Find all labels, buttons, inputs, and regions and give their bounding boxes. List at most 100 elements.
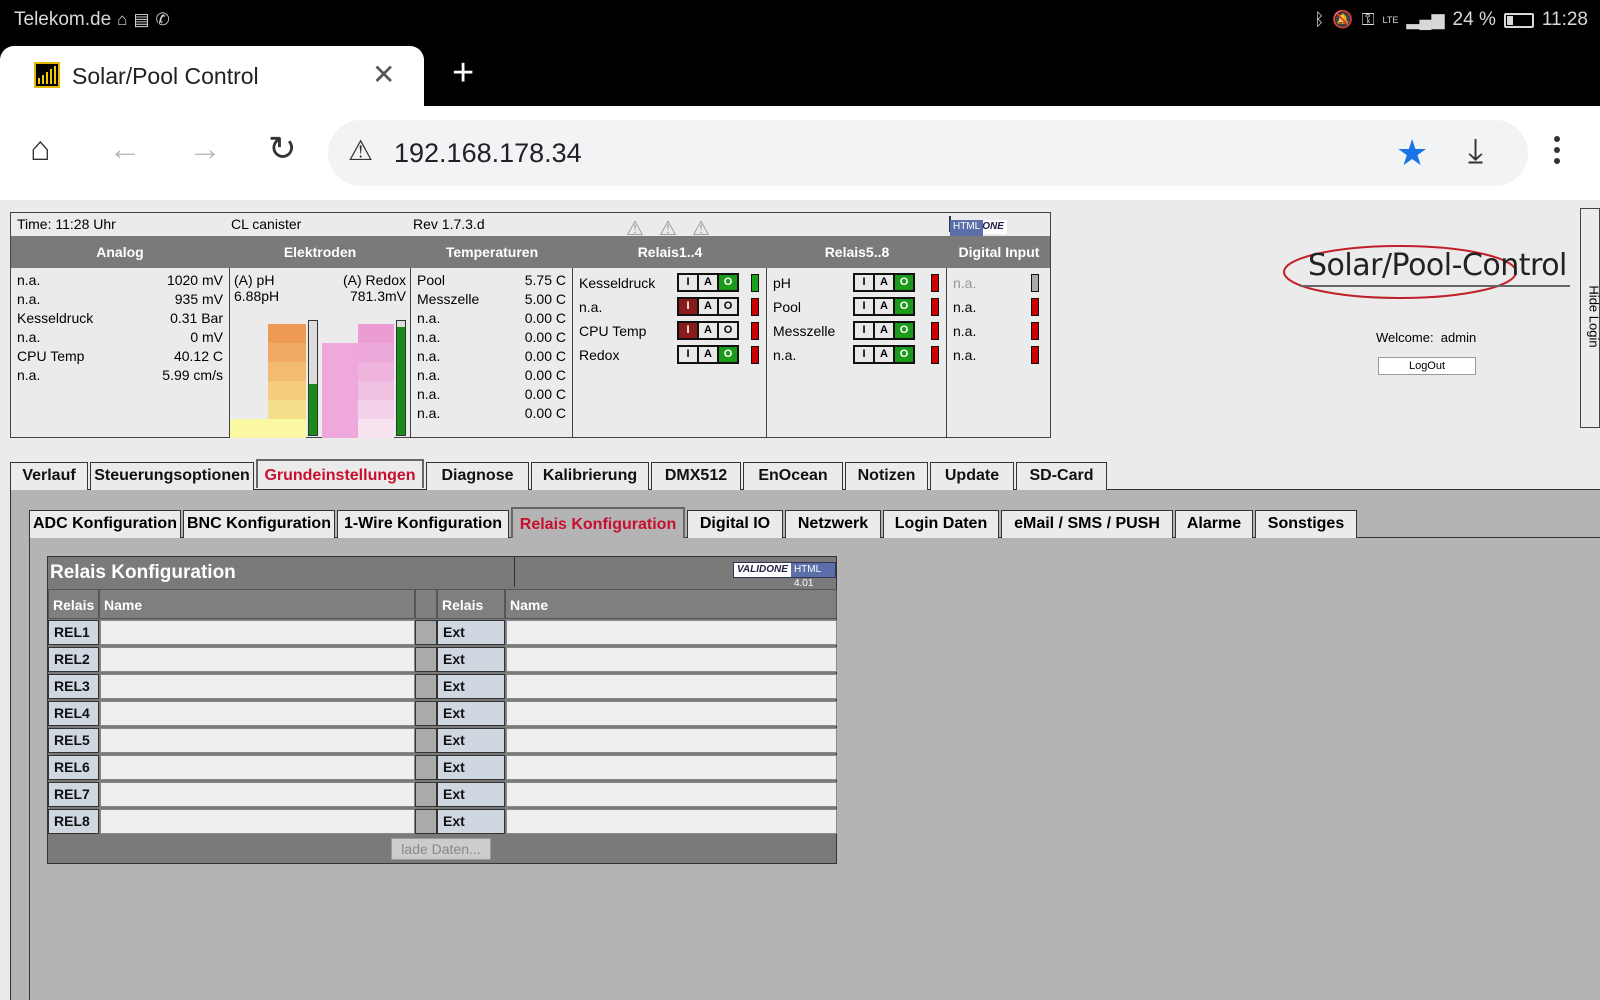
back-arrow-icon[interactable]: ← — [108, 132, 142, 166]
relay-mode-switch[interactable]: IAO — [677, 297, 739, 316]
relay-mode-a-button[interactable]: A — [699, 347, 717, 362]
relay-mode-switch[interactable]: IAO — [677, 321, 739, 340]
hide-login-tab[interactable]: Hide Login — [1580, 208, 1600, 428]
relay-mode-o-button[interactable]: O — [719, 347, 737, 362]
download-icon[interactable]: ⤓ — [1468, 132, 1483, 171]
analog-value: 5.99 cm/s — [162, 367, 223, 383]
tab-update[interactable]: Update — [930, 462, 1014, 490]
relay-mode-a-button[interactable]: A — [875, 347, 893, 362]
temperature-name: Messzelle — [417, 291, 480, 307]
reload-icon[interactable]: ↻ — [268, 132, 297, 166]
ext-relais-name-input[interactable] — [506, 809, 837, 834]
forward-arrow-icon[interactable]: → — [188, 132, 222, 166]
relay-mode-a-button[interactable]: A — [699, 275, 717, 290]
relais-name-input[interactable] — [100, 809, 415, 834]
relay-mode-o-button[interactable]: O — [895, 323, 913, 338]
relay-mode-o-button[interactable]: O — [895, 299, 913, 314]
ext-relais-name-input[interactable] — [506, 755, 837, 780]
relay-mode-i-button[interactable]: I — [855, 323, 873, 338]
relay-mode-i-button[interactable]: I — [679, 275, 697, 290]
tab-notizen[interactable]: Notizen — [845, 462, 928, 490]
relais-name-input[interactable] — [100, 620, 415, 645]
relay-mode-i-button[interactable]: I — [855, 275, 873, 290]
tab-diagnose[interactable]: Diagnose — [426, 462, 529, 490]
row-separator — [415, 674, 437, 699]
ext-relais-name-input[interactable] — [506, 647, 837, 672]
relais-config-table: Relais Konfiguration VALIDONE HTML 4.01 R… — [47, 556, 837, 864]
logout-button[interactable]: LogOut — [1378, 357, 1476, 375]
subtab-email-sms-push[interactable]: eMail / SMS / PUSH — [1001, 510, 1173, 538]
subtab-digital-io[interactable]: Digital IO — [687, 510, 783, 538]
relay-mode-o-button[interactable]: O — [895, 347, 913, 362]
relay-mode-i-button[interactable]: I — [679, 347, 697, 362]
relay-mode-o-button[interactable]: O — [895, 275, 913, 290]
relay-mode-a-button[interactable]: A — [699, 323, 717, 338]
relais-name-input[interactable] — [100, 701, 415, 726]
ext-relais-name-input[interactable] — [506, 701, 837, 726]
redox-scale-bar — [358, 324, 394, 438]
url-text[interactable]: 192.168.178.34 — [394, 138, 582, 169]
relay-mode-i-button[interactable]: I — [679, 323, 697, 338]
validone-badge[interactable]: VALIDONEHTML 4.01 — [733, 562, 836, 589]
relay-mode-a-button[interactable]: A — [875, 299, 893, 314]
tab-enocean[interactable]: EnOcean — [743, 462, 843, 490]
address-bar[interactable]: ⚠ 192.168.178.34 ★ ⤓ — [328, 120, 1528, 186]
row-separator — [415, 782, 437, 807]
tab-steuerungsoptionen[interactable]: Steuerungsoptionen — [90, 462, 254, 490]
relay-mode-switch[interactable]: IAO — [677, 273, 739, 292]
new-tab-icon[interactable]: + — [452, 54, 474, 92]
tab-dmx512[interactable]: DMX512 — [651, 462, 741, 490]
relay-mode-i-button[interactable]: I — [855, 299, 873, 314]
browser-menu-icon[interactable] — [1552, 136, 1562, 169]
browser-tab[interactable]: Solar/Pool Control ✕ — [0, 46, 424, 106]
tab-verlauf[interactable]: Verlauf — [10, 462, 88, 490]
ext-relais-name-input[interactable] — [506, 782, 837, 807]
subtab-netzwerk[interactable]: Netzwerk — [785, 510, 881, 538]
validone-badge[interactable]: VALIDONEHTML 4.01 — [949, 216, 1007, 248]
subtab-relais-konfiguration[interactable]: Relais Konfiguration — [511, 507, 685, 539]
subtab-alarme[interactable]: Alarme — [1175, 510, 1253, 538]
not-secure-warning-icon[interactable]: ⚠ — [348, 134, 373, 167]
subtab-1-wire-konfiguration[interactable]: 1-Wire Konfiguration — [337, 510, 509, 538]
relay-mode-switch[interactable]: IAO — [853, 345, 915, 364]
relais-label: REL3 — [48, 674, 99, 699]
tab-kalibrierung[interactable]: Kalibrierung — [531, 462, 649, 490]
bluetooth-icon: ᛒ — [1314, 10, 1325, 29]
relay-mode-o-button[interactable]: O — [719, 275, 737, 290]
tab-sd-card[interactable]: SD-Card — [1016, 462, 1107, 490]
loading-button[interactable]: lade Daten... — [391, 838, 491, 860]
relay-mode-i-button[interactable]: I — [855, 347, 873, 362]
ext-relais-name-input[interactable] — [506, 728, 837, 753]
relay-mode-o-button[interactable]: O — [719, 323, 737, 338]
close-tab-icon[interactable]: ✕ — [372, 58, 395, 91]
digital-input-name: n.a. — [953, 275, 977, 291]
relay-state-led — [931, 346, 939, 364]
relay-mode-a-button[interactable]: A — [875, 323, 893, 338]
relay-mode-i-button[interactable]: I — [679, 299, 697, 314]
relais-name-input[interactable] — [100, 728, 415, 753]
relais-name-input[interactable] — [100, 674, 415, 699]
home-button-icon[interactable]: ⌂ — [30, 132, 51, 166]
digital-input-row: n.a. — [947, 343, 1051, 367]
relay-mode-a-button[interactable]: A — [875, 275, 893, 290]
relay-mode-o-button[interactable]: O — [719, 299, 737, 314]
subtab-login-daten[interactable]: Login Daten — [883, 510, 999, 538]
temperature-row: n.a. 0.00 C — [411, 347, 572, 366]
relay-mode-switch[interactable]: IAO — [853, 273, 915, 292]
tab-grundeinstellungen[interactable]: Grundeinstellungen — [256, 459, 424, 488]
relais-name-input[interactable] — [100, 755, 415, 780]
relais-name-input[interactable] — [100, 647, 415, 672]
relais58-column: pH I A O Pool I A O Messzelle I A On.a. I A O — [767, 268, 947, 438]
analog-value: 0.31 Bar — [170, 310, 223, 326]
subtab-bnc-konfiguration[interactable]: BNC Konfiguration — [183, 510, 335, 538]
bookmark-star-icon[interactable]: ★ — [1396, 132, 1428, 174]
subtab-sonstiges[interactable]: Sonstiges — [1255, 510, 1357, 538]
subtab-adc-konfiguration[interactable]: ADC Konfiguration — [29, 510, 181, 538]
relay-mode-a-button[interactable]: A — [699, 299, 717, 314]
ext-relais-name-input[interactable] — [506, 620, 837, 645]
relay-mode-switch[interactable]: IAO — [853, 297, 915, 316]
relay-mode-switch[interactable]: IAO — [677, 345, 739, 364]
relais-name-input[interactable] — [100, 782, 415, 807]
relay-mode-switch[interactable]: IAO — [853, 321, 915, 340]
ext-relais-name-input[interactable] — [506, 674, 837, 699]
